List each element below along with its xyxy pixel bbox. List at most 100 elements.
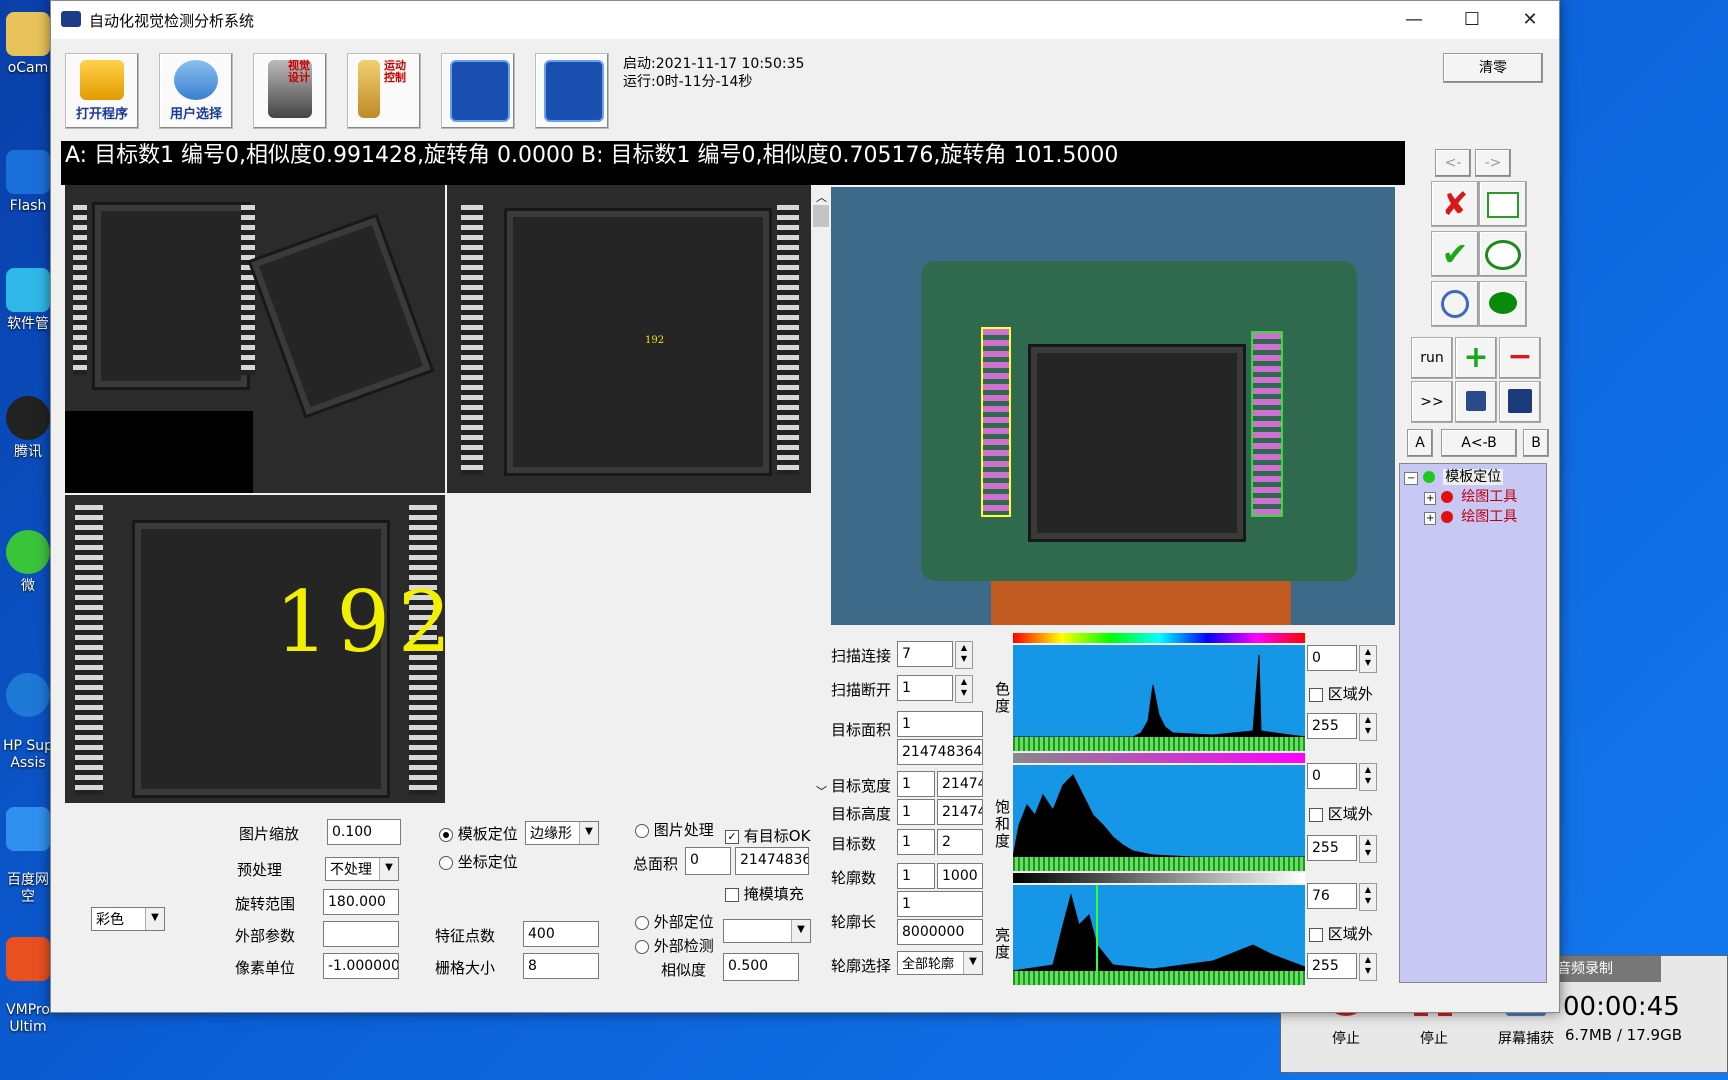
desktop-icon-vmpro[interactable]: VMPro Ultim xyxy=(0,920,56,1036)
save-button[interactable] xyxy=(1499,381,1541,423)
hue-histogram[interactable] xyxy=(1013,645,1305,751)
rectangle-tool-button[interactable] xyxy=(1479,181,1527,227)
saturation-histogram[interactable] xyxy=(1013,765,1305,871)
saturation-outside-checkbox[interactable]: 区域外 xyxy=(1309,803,1373,824)
template-mode-select[interactable]: 边缘形 ▼ xyxy=(525,821,599,845)
desktop-icon-baidu[interactable]: 百度网 空 xyxy=(0,790,56,906)
external-select[interactable]: ▼ xyxy=(723,919,811,943)
a-button[interactable]: A xyxy=(1407,429,1433,457)
add-button[interactable]: + xyxy=(1455,337,1497,379)
target-height-min-input[interactable]: 1 xyxy=(897,799,935,825)
ellipse-tool-button[interactable] xyxy=(1479,231,1527,277)
vertical-scrollbar[interactable]: ︿ ﹀ xyxy=(811,185,831,803)
image-view-match[interactable]: 192 xyxy=(65,495,445,803)
report-button[interactable] xyxy=(535,53,609,129)
external-locate-radio[interactable]: 外部定位 xyxy=(635,911,714,932)
desktop-icon-ocam[interactable]: oCam xyxy=(0,12,56,77)
scan-connect-spinner[interactable]: ▲ ▼ xyxy=(955,641,973,669)
open-program-button[interactable]: 打开程序 xyxy=(65,53,139,129)
external-param-input[interactable] xyxy=(323,921,399,947)
desktop-icon-software[interactable]: 软件管 xyxy=(0,268,56,333)
desktop-icon-wechat[interactable]: 微 xyxy=(0,530,56,595)
run-button[interactable]: run xyxy=(1411,337,1453,379)
tree-child-node[interactable]: + 绘图工具 xyxy=(1424,486,1517,506)
preprocess-select[interactable]: 不处理 ▼ xyxy=(325,857,399,881)
target-area-max-input[interactable]: 2147483647 xyxy=(897,739,983,765)
hue-high-spinner[interactable]: ▲ ▼ xyxy=(1359,713,1377,741)
minimize-button[interactable]: — xyxy=(1385,1,1443,39)
prev-button[interactable]: <- xyxy=(1435,149,1471,177)
network-button[interactable] xyxy=(441,53,515,129)
fast-forward-button[interactable]: >> xyxy=(1411,381,1453,423)
desktop-icon-flash[interactable]: Flash xyxy=(0,150,56,215)
image-process-radio[interactable]: 图片处理 xyxy=(635,819,714,840)
delete-button[interactable]: ✘ xyxy=(1431,181,1479,227)
contour-count-min-input[interactable]: 1 xyxy=(897,863,935,889)
contour-count-max-input[interactable]: 1000 xyxy=(937,863,983,889)
total-area-max-input[interactable]: 214748364 xyxy=(735,847,809,875)
saturation-high-input[interactable]: 255 xyxy=(1307,835,1357,861)
scan-break-input[interactable]: 1 xyxy=(897,675,953,701)
target-width-max-input[interactable]: 21474 xyxy=(937,771,983,797)
hue-outside-checkbox[interactable]: 区域外 xyxy=(1309,683,1373,704)
target-width-min-input[interactable]: 1 xyxy=(897,771,935,797)
zoom-tool-button[interactable] xyxy=(1431,281,1479,327)
image-view-template-a[interactable] xyxy=(65,185,445,493)
external-detect-radio[interactable]: 外部检测 xyxy=(635,935,714,956)
remove-button[interactable]: − xyxy=(1499,337,1541,379)
tree-root-node[interactable]: − 模板定位 xyxy=(1404,466,1504,486)
close-button[interactable]: ✕ xyxy=(1501,1,1559,39)
similarity-input[interactable]: 0.500 xyxy=(723,953,799,981)
brightness-high-spinner[interactable]: ▲ ▼ xyxy=(1359,953,1377,981)
grid-size-input[interactable]: 8 xyxy=(523,953,599,979)
saturation-low-input[interactable]: 0 xyxy=(1307,763,1357,789)
scroll-thumb[interactable] xyxy=(813,205,829,227)
next-button[interactable]: -> xyxy=(1475,149,1511,177)
saturation-high-spinner[interactable]: ▲ ▼ xyxy=(1359,835,1377,863)
scale-input[interactable]: 0.100 xyxy=(327,819,401,845)
brightness-outside-checkbox[interactable]: 区域外 xyxy=(1309,923,1373,944)
clear-button[interactable]: 清零 xyxy=(1443,53,1543,83)
scan-break-spinner[interactable]: ▲ ▼ xyxy=(955,675,973,703)
contour-length-max-input[interactable]: 8000000 xyxy=(897,919,983,945)
desktop-icon-hp[interactable]: HP Sup Assis xyxy=(0,656,56,772)
target-count-max-input[interactable]: 2 xyxy=(937,829,983,855)
template-locate-radio[interactable]: 模板定位 xyxy=(439,823,518,844)
confirm-button[interactable]: ✔ xyxy=(1431,231,1479,277)
scan-connect-input[interactable]: 7 xyxy=(897,641,953,667)
image-view-live[interactable] xyxy=(831,187,1395,625)
pixel-unit-input[interactable]: -1.000000 xyxy=(323,953,399,979)
vision-design-button[interactable]: 视觉设计 xyxy=(253,53,327,129)
image-view-template-b[interactable]: 192 xyxy=(447,185,811,493)
total-area-min-input[interactable]: 0 xyxy=(685,847,731,875)
recorder-tab[interactable]: 音频录制 xyxy=(1551,956,1661,982)
motion-control-button[interactable]: 运动控制 xyxy=(347,53,421,129)
target-height-max-input[interactable]: 21474 xyxy=(937,799,983,825)
brightness-low-input[interactable]: 76 xyxy=(1307,883,1357,909)
filled-ellipse-tool-button[interactable] xyxy=(1479,281,1527,327)
coordinate-locate-radio[interactable]: 坐标定位 xyxy=(439,851,518,872)
contour-select[interactable]: 全部轮廓 ▼ xyxy=(897,951,983,975)
has-target-ok-checkbox[interactable]: ✓ 有目标OK xyxy=(725,825,810,846)
hue-low-input[interactable]: 0 xyxy=(1307,645,1357,671)
b-button[interactable]: B xyxy=(1523,429,1549,457)
a-from-b-button[interactable]: A<-B xyxy=(1441,429,1517,457)
color-mode-select[interactable]: 彩色 ▼ xyxy=(91,907,165,931)
feature-points-input[interactable]: 400 xyxy=(523,921,599,947)
brightness-histogram[interactable] xyxy=(1013,885,1305,985)
target-count-min-input[interactable]: 1 xyxy=(897,829,935,855)
maximize-button[interactable]: ☐ xyxy=(1443,1,1501,39)
user-select-button[interactable]: 用户选择 xyxy=(159,53,233,129)
target-area-min-input[interactable]: 1 xyxy=(897,711,983,737)
save-as-button[interactable] xyxy=(1455,381,1497,423)
saturation-low-spinner[interactable]: ▲ ▼ xyxy=(1359,763,1377,791)
brightness-high-input[interactable]: 255 xyxy=(1307,953,1357,979)
hue-high-input[interactable]: 255 xyxy=(1307,713,1357,739)
contour-length-min-input[interactable]: 1 xyxy=(897,891,983,917)
brightness-low-spinner[interactable]: ▲ ▼ xyxy=(1359,883,1377,911)
mask-fill-checkbox[interactable]: 掩模填充 xyxy=(725,883,804,904)
rotation-input[interactable]: 180.000 xyxy=(323,889,399,915)
tree-child-node[interactable]: + 绘图工具 xyxy=(1424,506,1517,526)
desktop-icon-qq[interactable]: 腾讯 xyxy=(0,396,56,461)
hue-low-spinner[interactable]: ▲ ▼ xyxy=(1359,645,1377,673)
